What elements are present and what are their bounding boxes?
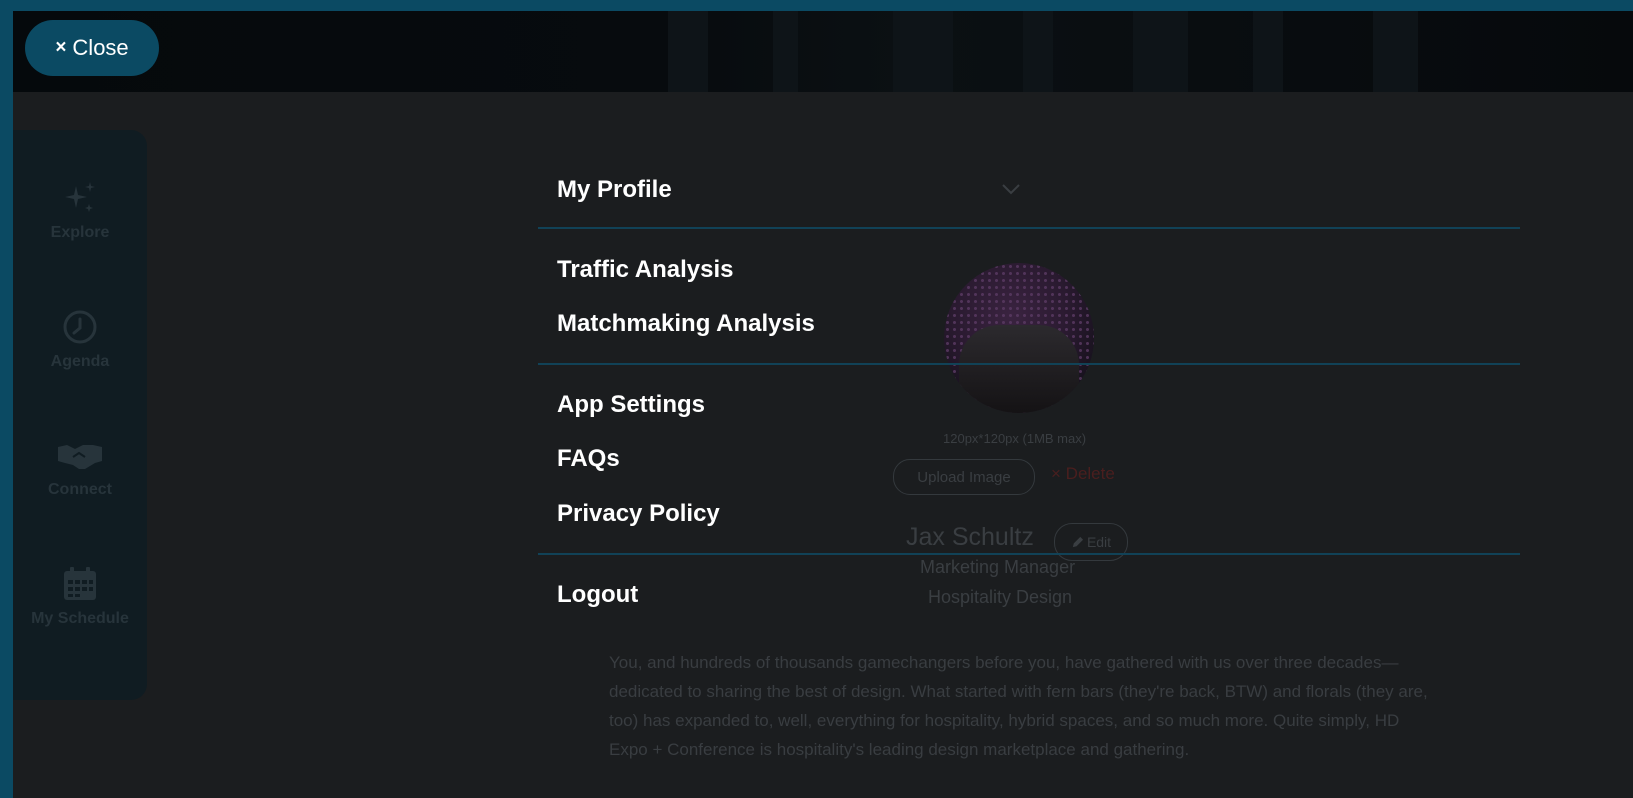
- avatar: [944, 263, 1094, 413]
- job-title: Marketing Manager: [920, 557, 1076, 577]
- sidebar-item-label: Agenda: [50, 353, 110, 370]
- sidebar: Explore Agenda Connect My Schedule: [13, 130, 147, 700]
- menu-divider: [538, 553, 1520, 555]
- chevron-down-icon: [1002, 184, 1020, 195]
- menu-item-my-profile[interactable]: My Profile: [557, 176, 672, 204]
- menu-item-faqs[interactable]: FAQs: [557, 445, 620, 473]
- close-button[interactable]: × Close: [25, 20, 159, 76]
- sidebar-item-label: Connect: [48, 481, 112, 498]
- menu-divider: [538, 363, 1520, 365]
- pencil-icon: [1072, 536, 1084, 547]
- menu-item-privacy-policy[interactable]: Privacy Policy: [557, 500, 720, 528]
- sidebar-item-explore[interactable]: Explore: [13, 178, 147, 242]
- profile-background: × Close Explore Agenda Connect My Schedu…: [13, 11, 1633, 798]
- delete-image-button[interactable]: × Delete: [1051, 464, 1115, 484]
- menu-item-matchmaking-analysis[interactable]: Matchmaking Analysis: [557, 310, 815, 338]
- delete-label: Delete: [1065, 464, 1115, 483]
- upload-image-label: Upload Image: [917, 468, 1011, 486]
- sidebar-item-label: My Schedule: [31, 610, 129, 627]
- edit-profile-button[interactable]: Edit: [1054, 523, 1128, 561]
- clock-icon: [63, 310, 97, 344]
- sparkles-icon: [65, 182, 95, 212]
- calendar-icon: [64, 567, 96, 600]
- menu-item-logout[interactable]: Logout: [557, 581, 638, 609]
- app-frame: × Close Explore Agenda Connect My Schedu…: [13, 11, 1633, 798]
- company-name: Hospitality Design: [928, 587, 1073, 607]
- profile-name: Jax Schultz: [906, 523, 1034, 551]
- sidebar-item-connect[interactable]: Connect: [13, 435, 147, 499]
- delete-icon: ×: [1051, 464, 1061, 483]
- edit-label: Edit: [1086, 534, 1112, 550]
- sidebar-item-agenda[interactable]: Agenda: [13, 307, 147, 371]
- image-size-hint: 120px*120px (1MB max): [943, 431, 1087, 446]
- handshake-icon: [58, 445, 102, 469]
- top-bar: [13, 11, 1633, 92]
- close-label: Close: [72, 35, 129, 60]
- close-icon: ×: [55, 37, 67, 58]
- menu-item-app-settings[interactable]: App Settings: [557, 391, 705, 419]
- upload-image-button[interactable]: Upload Image: [893, 459, 1035, 495]
- sidebar-item-label: Explore: [50, 224, 110, 241]
- sidebar-item-my-schedule[interactable]: My Schedule: [13, 564, 147, 628]
- menu-item-traffic-analysis[interactable]: Traffic Analysis: [557, 256, 734, 284]
- menu-divider: [538, 227, 1520, 229]
- profile-bio: You, and hundreds of thousands gamechang…: [609, 653, 1428, 759]
